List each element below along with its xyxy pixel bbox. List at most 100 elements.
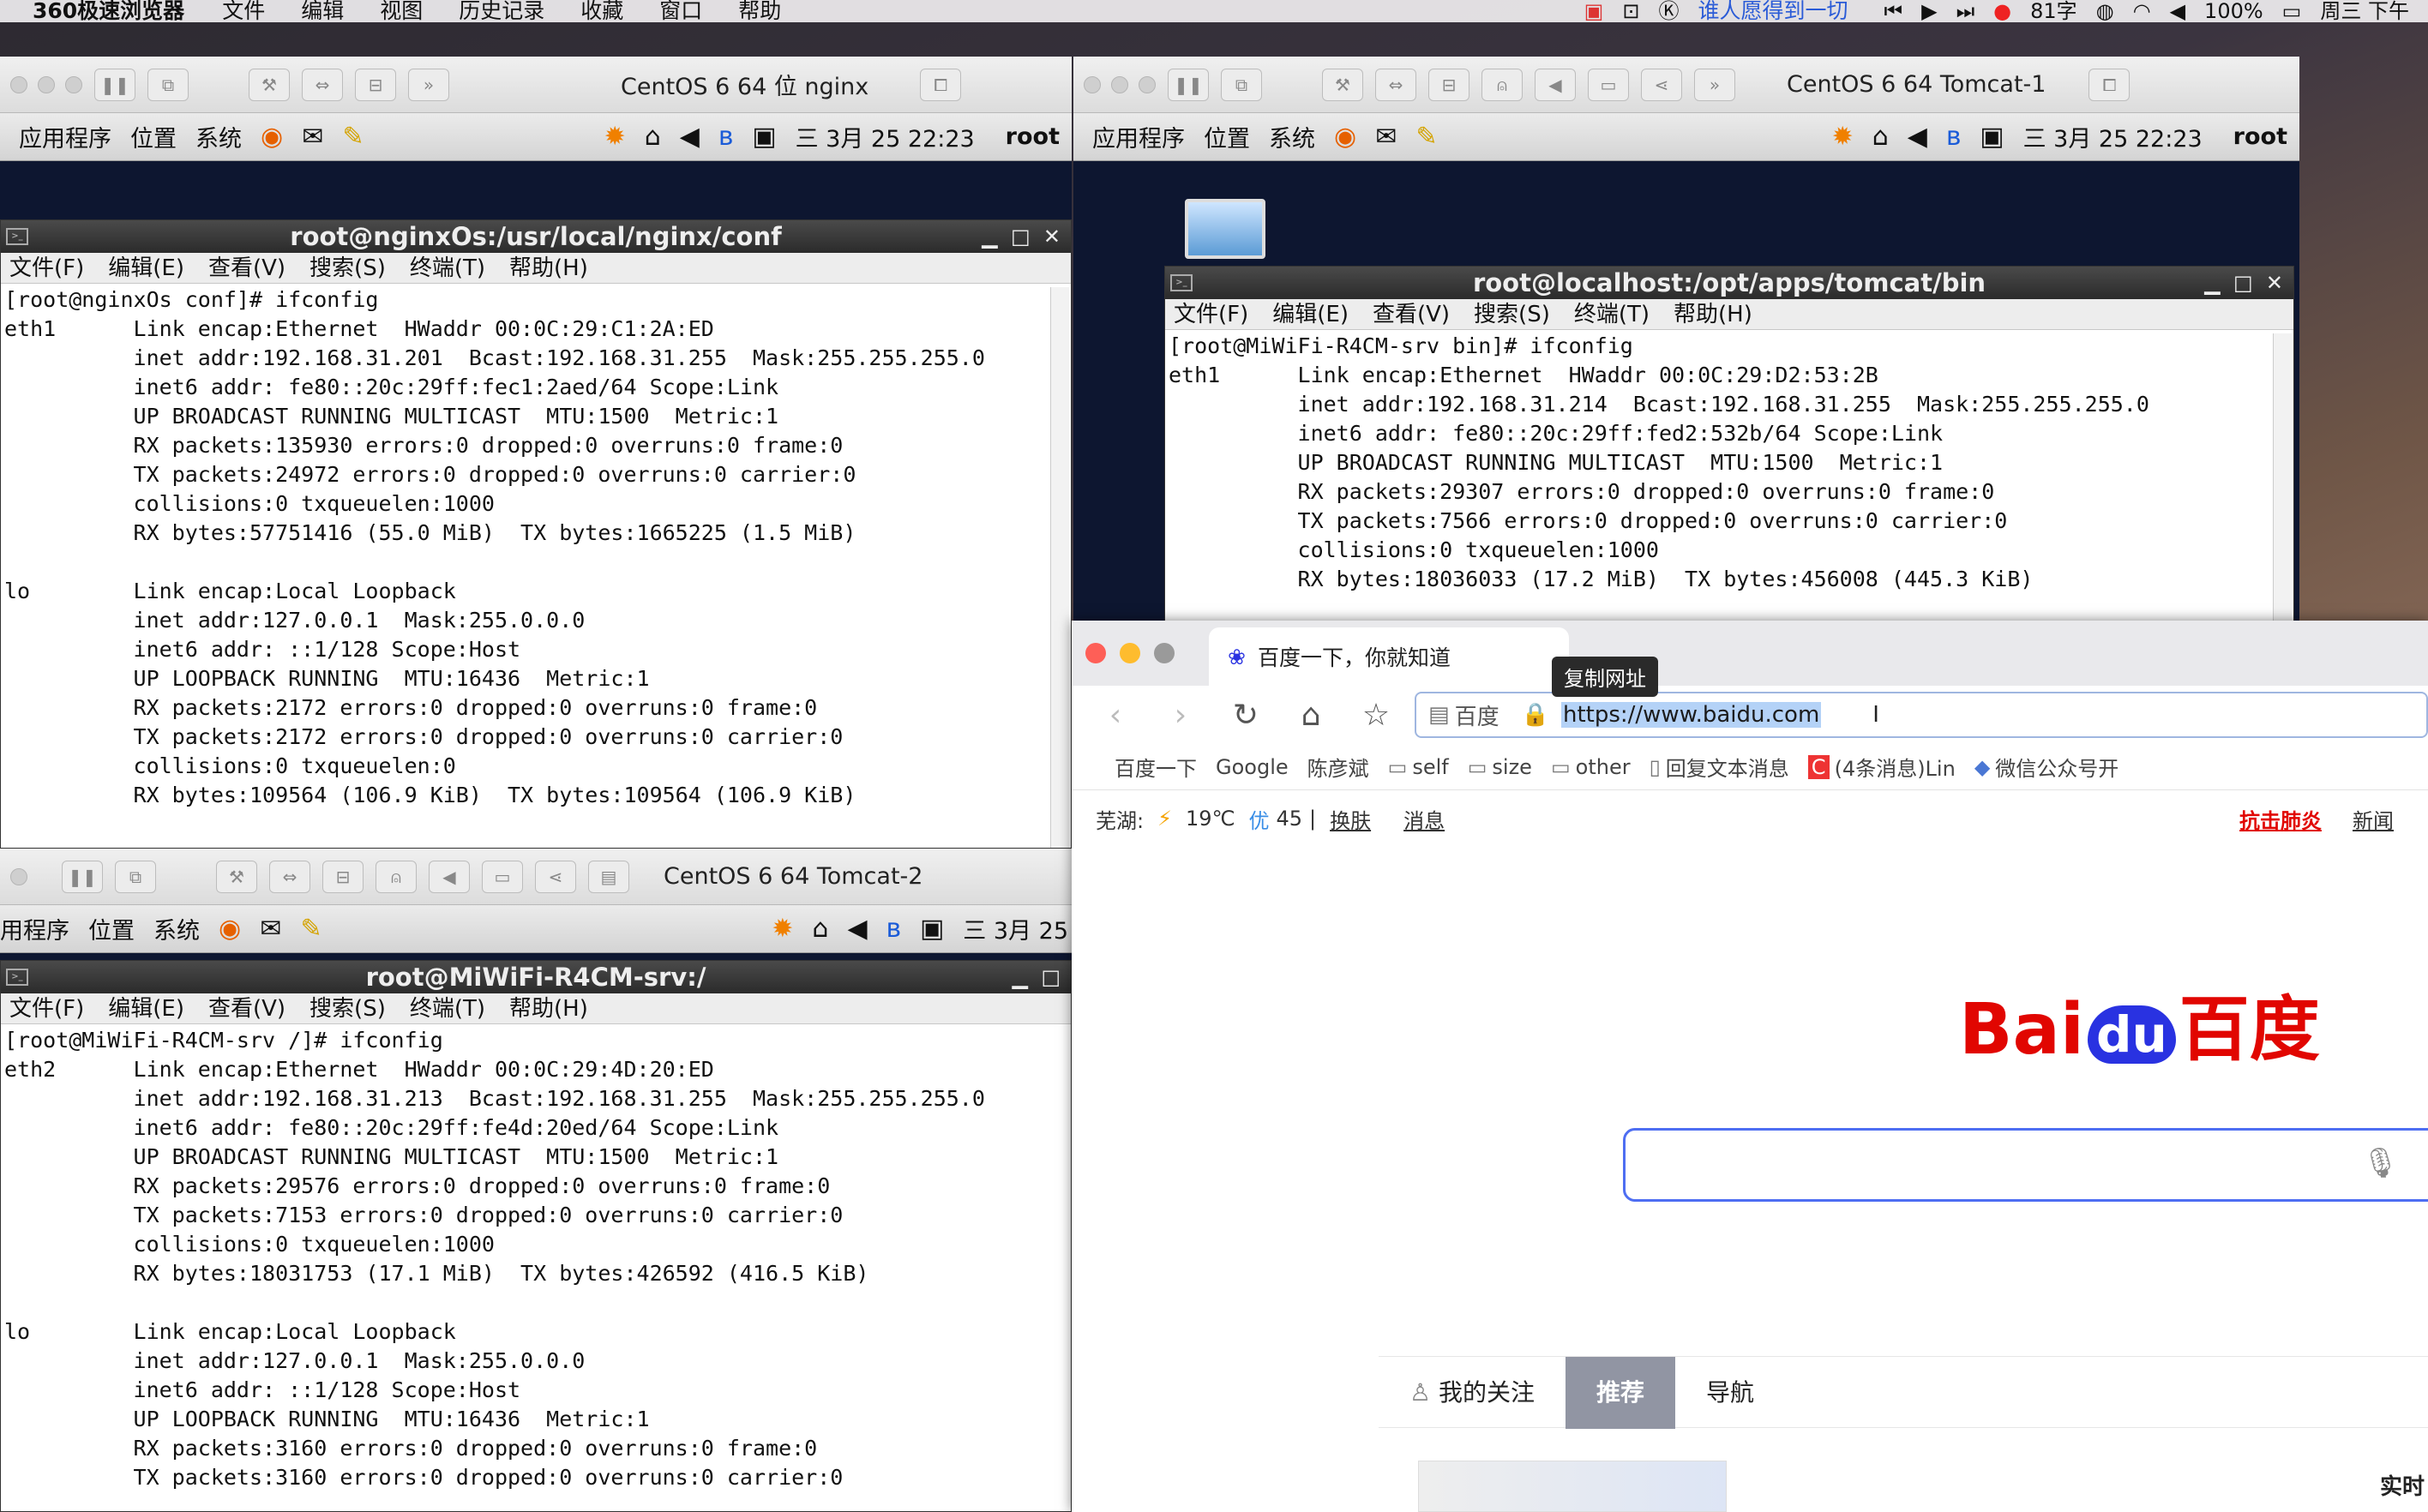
search-input[interactable]: 🎙 <box>1623 1128 2428 1202</box>
update-icon[interactable]: ✹ <box>772 914 793 944</box>
hot-topic-link[interactable]: 抗击肺炎 <box>2239 804 2322 834</box>
terminal-menu-view[interactable]: 查看(V) <box>208 996 285 1022</box>
panel-user[interactable]: root <box>2233 123 2287 150</box>
firefox-icon[interactable]: ◉ <box>261 122 283 152</box>
previous-track-icon[interactable]: ⏮ <box>1884 0 1902 22</box>
more-icon[interactable]: » <box>1694 68 1735 101</box>
menu-history[interactable]: 历史记录 <box>459 0 544 22</box>
network-icon[interactable]: ⇔ <box>269 860 310 893</box>
panel-user[interactable]: root <box>1006 123 1060 150</box>
forward-icon[interactable]: › <box>1159 698 1202 733</box>
volume-icon[interactable]: ◀ <box>2170 0 2185 22</box>
close-dot[interactable] <box>1085 643 1106 663</box>
share-icon[interactable]: ⋖ <box>1641 68 1682 101</box>
camera-icon[interactable]: ▭ <box>1588 68 1629 101</box>
bookmark-folder-self[interactable]: self <box>1412 755 1448 779</box>
firefox-icon[interactable]: ◉ <box>219 914 241 944</box>
vm-zoom-dot[interactable] <box>1139 75 1156 93</box>
vm-zoom-dot[interactable] <box>65 75 82 93</box>
terminal-menu-terminal[interactable]: 终端(T) <box>1574 302 1650 327</box>
panel-clock[interactable]: 三 3月 25 <box>963 912 1068 945</box>
bookmark-reply-text[interactable]: 回复文本消息 <box>1666 752 1789 782</box>
terminal-menu-view[interactable]: 查看(V) <box>1373 302 1450 327</box>
bookmark-folder-size[interactable]: size <box>1492 755 1532 779</box>
notes-icon[interactable]: ✎ <box>300 914 322 944</box>
terminal-titlebar[interactable]: >_ root@nginxOs:/usr/local/nginx/conf ▁ … <box>1 220 1071 253</box>
browser-tab[interactable]: ❀ 百度一下，你就知道 <box>1209 627 1569 686</box>
mail-icon[interactable]: ✉ <box>260 914 281 944</box>
terminal-menu-search[interactable]: 搜索(S) <box>310 996 386 1022</box>
share-icon[interactable]: ⋖ <box>535 860 576 893</box>
pdf-icon[interactable]: ▣ <box>1584 0 1604 22</box>
more-icon[interactable]: » <box>408 68 449 101</box>
network-icon[interactable]: ⇔ <box>1375 68 1416 101</box>
network-status-icon[interactable]: ⌂ <box>812 914 828 944</box>
terminal-menu-help[interactable]: 帮助(H) <box>509 996 588 1022</box>
bluetooth-icon[interactable]: ʙ <box>886 914 901 944</box>
terminal-menu-search[interactable]: 搜索(S) <box>310 255 386 281</box>
terminal-menu-help[interactable]: 帮助(H) <box>1674 302 1752 327</box>
notes-icon[interactable]: ✎ <box>342 122 364 152</box>
snapshot-icon[interactable]: ⧉ <box>1221 68 1262 101</box>
panel-clock[interactable]: 三 3月 25 22:23 <box>2023 120 2203 153</box>
snapshot-icon[interactable]: ⧉ <box>147 68 189 101</box>
tab-navigation[interactable]: 导航 <box>1675 1357 1785 1429</box>
vm-close-dot[interactable] <box>1084 75 1101 93</box>
speaker-icon[interactable]: ◀ <box>1535 68 1576 101</box>
notes-icon[interactable]: ✎ <box>1415 122 1437 152</box>
address-bar[interactable]: ▤ 百度 🔒 https://www.baidu.com I <box>1415 692 2428 738</box>
vm-minimize-dot[interactable] <box>38 75 55 93</box>
terminal-menu-file[interactable]: 文件(F) <box>9 996 84 1022</box>
pause-icon[interactable]: ❚❚ <box>62 860 103 893</box>
wrench-icon[interactable]: ⚒ <box>216 860 257 893</box>
skin-link[interactable]: 换肤 <box>1330 804 1371 834</box>
terminal-menu-edit[interactable]: 编辑(E) <box>1272 302 1349 327</box>
terminal-menu-edit[interactable]: 编辑(E) <box>108 996 184 1022</box>
microphone-icon[interactable]: 🎙 <box>2362 1146 2399 1180</box>
certificate-label[interactable]: 百度 <box>1455 699 1499 731</box>
url-text[interactable]: https://www.baidu.com <box>1560 702 1822 728</box>
places-menu[interactable]: 位置 <box>1204 120 1250 153</box>
menu-favorites[interactable]: 收藏 <box>580 0 623 22</box>
panel-clock[interactable]: 三 3月 25 22:23 <box>796 120 975 153</box>
terminal-menu-edit[interactable]: 编辑(E) <box>108 255 184 281</box>
snapshot-icon[interactable]: ⧉ <box>115 860 156 893</box>
mail-icon[interactable]: ✉ <box>302 122 323 152</box>
volume-icon[interactable]: ◀ <box>847 914 867 944</box>
terminal-output[interactable]: [root@nginxOs conf]# ifconfig eth1 Link e… <box>1 285 1071 848</box>
display-icon[interactable]: ▣ <box>752 122 776 152</box>
places-menu[interactable]: 位置 <box>130 120 177 153</box>
bookmark-folder-other[interactable]: other <box>1576 755 1631 779</box>
terminal-menu-help[interactable]: 帮助(H) <box>509 255 588 281</box>
bookmark-baidu[interactable]: 百度一下 <box>1115 752 1197 782</box>
certificate-icon[interactable]: ▤ <box>1428 702 1450 728</box>
battery-icon[interactable]: ▭ <box>2282 0 2302 22</box>
terminal-menu-file[interactable]: 文件(F) <box>1174 302 1248 327</box>
message-link[interactable]: 消息 <box>1403 804 1445 834</box>
menu-file[interactable]: 文件 <box>222 0 265 22</box>
bookmark-wechat-mp[interactable]: 微信公众号开 <box>1995 752 2118 782</box>
minimize-dot[interactable] <box>1120 643 1140 663</box>
fullscreen-icon[interactable]: ⧠ <box>2088 68 2131 101</box>
system-menu[interactable]: 系统 <box>153 912 200 945</box>
window-controls[interactable]: ▁ □ <box>1013 961 1061 993</box>
speaker-icon[interactable]: ◀ <box>429 860 470 893</box>
wifi-icon[interactable]: ◠ <box>2133 0 2151 22</box>
window-controls[interactable]: ▁ □ ✕ <box>982 220 1061 253</box>
terminal-output[interactable]: [root@MiWiFi-R4CM-srv bin]# ifconfig eth1… <box>1165 332 2293 622</box>
tab-recommend[interactable]: 推荐 <box>1566 1357 1676 1429</box>
menu-view[interactable]: 视图 <box>380 0 423 22</box>
terminal-titlebar[interactable]: >_ root@localhost:/opt/apps/tomcat/bin ▁… <box>1165 267 2293 299</box>
k-icon[interactable]: Ⓚ <box>1658 0 1679 22</box>
screenshot-icon[interactable]: ⊡ <box>1622 0 1639 22</box>
firefox-icon[interactable]: ◉ <box>1334 122 1356 152</box>
network-status-icon[interactable]: ⌂ <box>1872 122 1889 152</box>
computer-desktop-icon[interactable] <box>1185 199 1265 259</box>
wrench-icon[interactable]: ⚒ <box>1322 68 1363 101</box>
bookmark-csdn[interactable]: (4条消息)Lin <box>1835 752 1956 782</box>
menu-help[interactable]: 帮助 <box>738 0 781 22</box>
bluetooth-icon[interactable]: ʙ <box>1946 122 1961 152</box>
disk-icon[interactable]: ⊟ <box>355 68 396 101</box>
network-status-icon[interactable]: ⌂ <box>645 122 661 152</box>
display-icon[interactable]: ▣ <box>920 914 944 944</box>
